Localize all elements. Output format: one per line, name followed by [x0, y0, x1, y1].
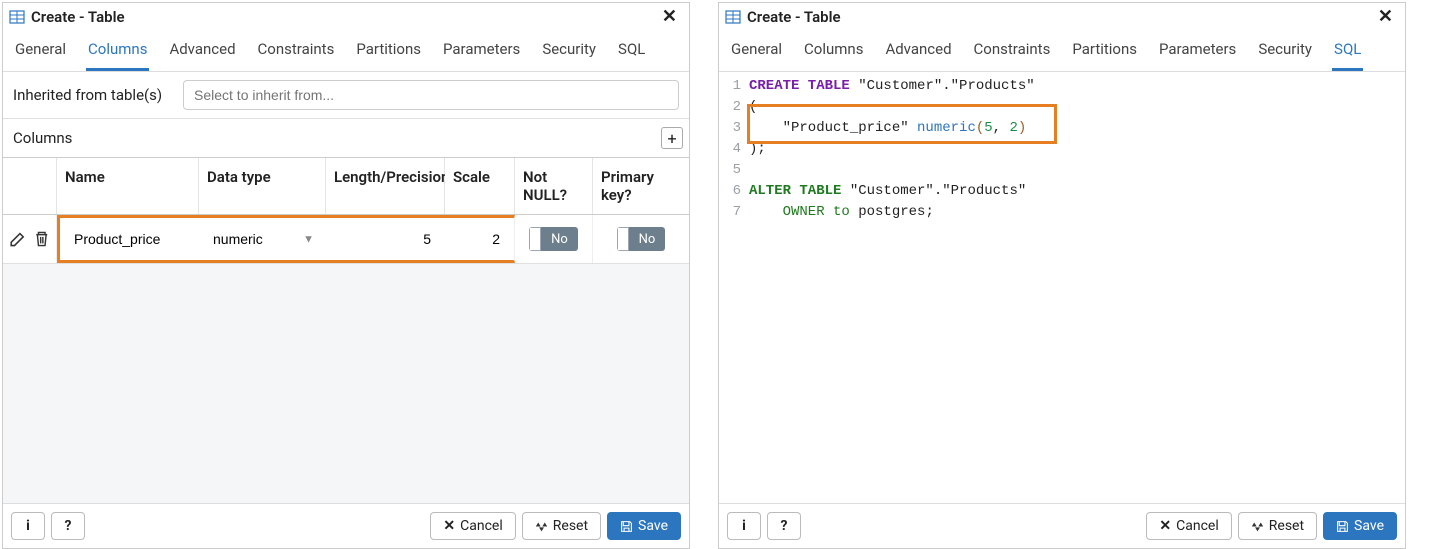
tab-constraints[interactable]: Constraints	[256, 32, 337, 71]
header-dtype: Data type	[199, 158, 326, 214]
tab-partitions[interactable]: Partitions	[354, 32, 423, 71]
tab-columns[interactable]: Columns	[86, 32, 149, 71]
line-gutter: 1234567	[719, 76, 749, 503]
tab-general[interactable]: General	[13, 32, 68, 71]
recycle-icon	[535, 520, 548, 533]
footer: i ? ✕ Cancel Reset Save	[719, 503, 1405, 548]
dialog-title: Create - Table	[31, 8, 658, 26]
table-icon	[725, 9, 741, 25]
titlebar: Create - Table ✕	[3, 3, 689, 30]
header-actions	[3, 158, 57, 214]
tab-sql[interactable]: SQL	[1332, 32, 1363, 71]
tab-columns[interactable]: Columns	[802, 32, 865, 71]
table-row: ▼ No No	[3, 215, 689, 264]
delete-icon[interactable]	[33, 230, 51, 248]
tab-parameters[interactable]: Parameters	[1157, 32, 1238, 71]
inherit-row: Inherited from table(s)	[3, 72, 689, 119]
reset-button[interactable]: Reset	[1238, 512, 1317, 540]
header-name: Name	[57, 158, 199, 214]
column-scale-input[interactable]	[451, 226, 508, 252]
dialog-create-table-sql: Create - Table ✕ General Columns Advance…	[718, 2, 1406, 549]
titlebar: Create - Table ✕	[719, 3, 1405, 30]
cancel-button[interactable]: ✕ Cancel	[1146, 512, 1231, 540]
tab-security[interactable]: Security	[540, 32, 598, 71]
save-icon	[620, 520, 633, 533]
tabs: General Columns Advanced Constraints Par…	[3, 30, 689, 72]
close-small-icon: ✕	[1159, 518, 1171, 534]
notnull-toggle[interactable]: No	[529, 227, 578, 251]
tab-advanced[interactable]: Advanced	[883, 32, 953, 71]
close-icon[interactable]: ✕	[1374, 6, 1397, 27]
sql-code: CREATE TABLE "Customer"."Products" ( "Pr…	[749, 76, 1035, 503]
close-small-icon: ✕	[443, 518, 455, 534]
columns-table: Name Data type Length/Precision Scale No…	[3, 158, 689, 264]
header-notnull: Not NULL?	[515, 158, 593, 214]
table-header-row: Name Data type Length/Precision Scale No…	[3, 158, 689, 215]
save-button[interactable]: Save	[607, 512, 681, 540]
header-scale: Scale	[445, 158, 515, 214]
reset-button[interactable]: Reset	[522, 512, 601, 540]
column-length-input[interactable]	[332, 226, 439, 252]
tab-constraints[interactable]: Constraints	[972, 32, 1053, 71]
info-button[interactable]: i	[11, 512, 45, 540]
tab-general[interactable]: General	[729, 32, 784, 71]
save-icon	[1336, 520, 1349, 533]
save-button[interactable]: Save	[1323, 512, 1397, 540]
header-length: Length/Precision	[326, 158, 445, 214]
footer: i ? ✕ Cancel Reset Save	[3, 503, 689, 548]
cancel-button[interactable]: ✕ Cancel	[430, 512, 515, 540]
tab-parameters[interactable]: Parameters	[441, 32, 522, 71]
inherit-input[interactable]	[183, 80, 679, 110]
tab-advanced[interactable]: Advanced	[167, 32, 237, 71]
inherit-label: Inherited from table(s)	[13, 86, 183, 104]
columns-header: Columns +	[3, 119, 689, 158]
header-pk: Primary key?	[593, 158, 689, 214]
table-icon	[9, 9, 25, 25]
pk-toggle[interactable]: No	[617, 227, 666, 251]
close-icon[interactable]: ✕	[658, 6, 681, 27]
tab-partitions[interactable]: Partitions	[1070, 32, 1139, 71]
column-name-input[interactable]	[66, 226, 193, 252]
column-dtype-select[interactable]	[205, 226, 320, 252]
recycle-icon	[1251, 520, 1264, 533]
sql-code-editor[interactable]: 1234567 CREATE TABLE "Customer"."Product…	[719, 72, 1405, 503]
help-button[interactable]: ?	[51, 512, 85, 540]
tabs: General Columns Advanced Constraints Par…	[719, 30, 1405, 72]
info-button[interactable]: i	[727, 512, 761, 540]
tab-sql[interactable]: SQL	[616, 32, 647, 71]
help-button[interactable]: ?	[767, 512, 801, 540]
tab-security[interactable]: Security	[1256, 32, 1314, 71]
dialog-create-table-columns: Create - Table ✕ General Columns Advance…	[2, 2, 690, 549]
edit-icon[interactable]	[9, 230, 27, 248]
columns-section-label: Columns	[13, 129, 661, 147]
dialog-title: Create - Table	[747, 8, 1374, 26]
add-column-button[interactable]: +	[661, 127, 683, 149]
